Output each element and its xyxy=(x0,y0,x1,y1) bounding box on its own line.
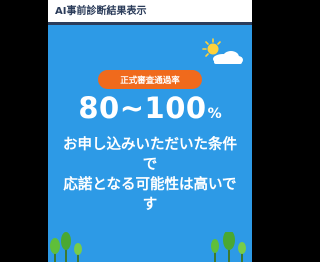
result-panel: AI事前診断結果表示 正式審査通過率 80~100% お申し込みいただいた条件 … xyxy=(48,0,252,262)
tree-icon xyxy=(238,242,246,262)
approval-rate-value: 80~100 xyxy=(78,91,207,125)
approval-rate-unit: % xyxy=(207,106,222,122)
approval-rate: 80~100% xyxy=(48,91,252,125)
tree-icon xyxy=(74,243,82,262)
result-message-line: 応諾となる可能性は高いで xyxy=(63,177,237,193)
trees-decoration xyxy=(50,232,246,262)
cloud-icon xyxy=(213,51,243,64)
result-message: お申し込みいただいた条件 で 応諾となる可能性は高いで す xyxy=(56,135,244,215)
tree-icon xyxy=(211,239,219,262)
result-message-line: お申し込みいただいた条件 xyxy=(63,137,237,153)
result-message-line: す xyxy=(142,197,158,213)
page-header: AI事前診断結果表示 xyxy=(48,0,252,25)
tree-icon xyxy=(223,232,235,262)
sun-cloud-icon xyxy=(202,38,243,64)
tree-icon xyxy=(61,232,71,262)
result-message-line: で xyxy=(142,157,158,173)
status-badge: 正式審査通過率 xyxy=(98,70,202,89)
sun-icon xyxy=(202,38,221,57)
tree-icon xyxy=(50,238,60,262)
page-title: AI事前診断結果表示 xyxy=(55,6,147,17)
